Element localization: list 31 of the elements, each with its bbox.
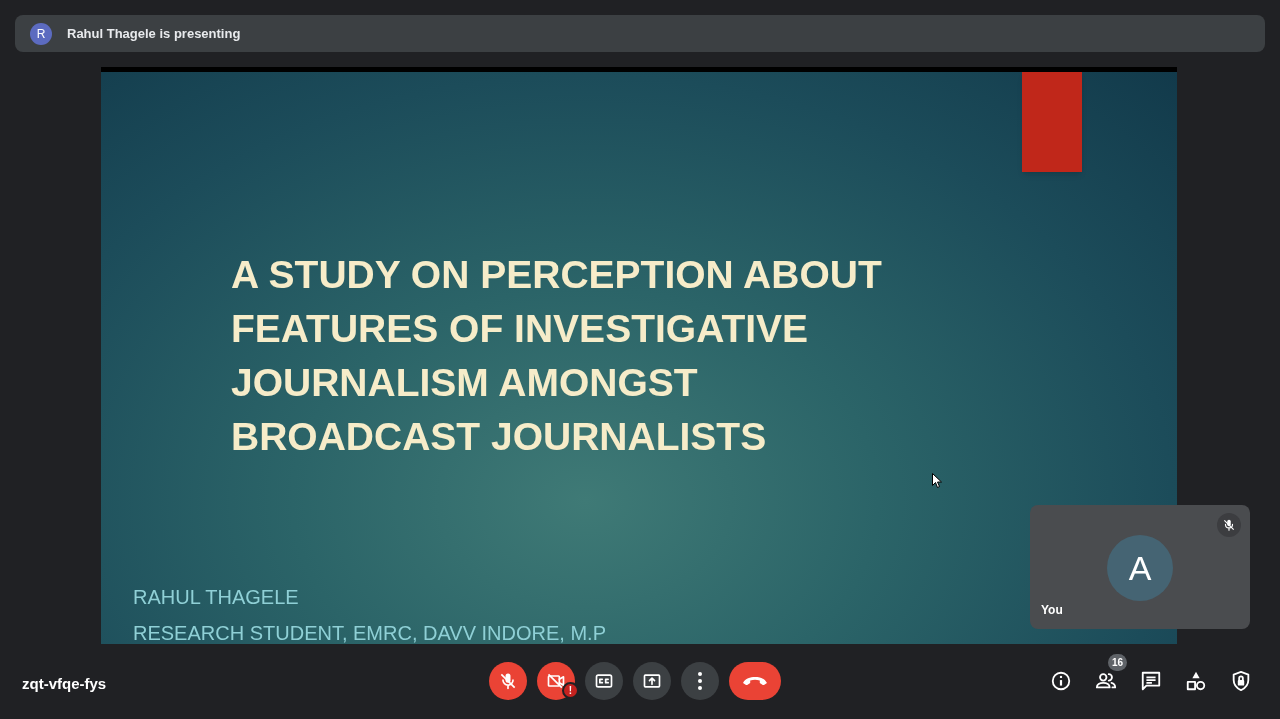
presenting-label: Rahul Thagele is presenting <box>67 24 241 43</box>
present-button[interactable] <box>633 662 671 700</box>
shapes-icon <box>1185 670 1207 692</box>
more-options-button[interactable] <box>681 662 719 700</box>
participant-avatar: A <box>1107 535 1173 601</box>
participant-name: You <box>1041 602 1063 619</box>
camera-off-icon <box>546 671 566 691</box>
warning-badge: ! <box>562 682 579 699</box>
captions-icon <box>594 671 614 691</box>
shield-lock-icon <box>1230 670 1252 692</box>
info-icon <box>1050 670 1072 692</box>
microphone-button[interactable] <box>489 662 527 700</box>
captions-button[interactable] <box>585 662 623 700</box>
mic-off-icon <box>1222 518 1236 532</box>
meeting-code: zqt-vfqe-fys <box>22 674 107 694</box>
slide-affiliation: RESEARCH STUDENT, EMRC, DAVV INDORE, M.P <box>133 621 607 644</box>
slide-title-line: BROADCAST JOURNALISTS <box>231 414 768 460</box>
presenter-avatar: R <box>30 22 52 45</box>
present-screen-icon <box>642 671 662 691</box>
slide-title-line: A STUDY ON PERCEPTION ABOUT <box>231 252 882 298</box>
participant-count-badge: 16 <box>1108 654 1127 671</box>
camera-button[interactable]: ! <box>537 662 575 700</box>
phone-icon <box>743 676 767 686</box>
mic-off-icon <box>498 671 518 691</box>
more-options-icon <box>697 671 703 691</box>
cursor-icon <box>932 473 942 488</box>
leave-call-button[interactable] <box>729 662 781 700</box>
slide-title-line: FEATURES OF INVESTIGATIVE <box>231 306 810 352</box>
slide-author: RAHUL THAGELE <box>133 585 299 610</box>
chat-icon <box>1140 670 1162 692</box>
slide-title-line: JOURNALISM AMONGST <box>231 360 699 406</box>
